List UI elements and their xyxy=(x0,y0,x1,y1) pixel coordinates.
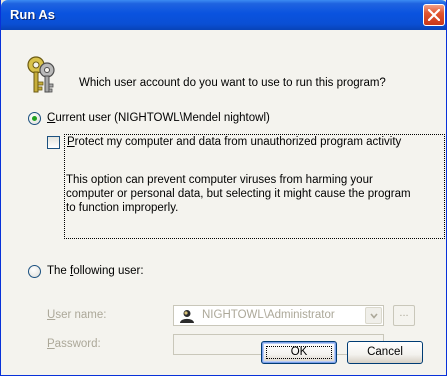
current-user-label-text: urrent user (NIGHTOWL\Mendel nightowl) xyxy=(55,112,270,124)
username-label-text: ser name: xyxy=(55,309,107,321)
current-user-radio[interactable] xyxy=(28,112,41,125)
protect-description-line: to function improperly. xyxy=(66,202,179,214)
protect-checkbox[interactable] xyxy=(47,136,60,149)
protect-accel: P xyxy=(67,136,75,148)
window-title: Run As xyxy=(10,7,56,22)
title-bar[interactable]: Run As xyxy=(1,0,446,30)
following-user-radio[interactable] xyxy=(28,265,41,278)
radio-selected-dot xyxy=(32,116,37,121)
following-user-label[interactable]: The following user: xyxy=(47,265,144,277)
username-label: User name: xyxy=(47,309,106,321)
prompt-question: Which user account do you want to use to… xyxy=(79,77,386,89)
protect-label[interactable]: Protect my computer and data from unauth… xyxy=(67,136,401,148)
password-label: Password: xyxy=(47,338,101,350)
close-icon xyxy=(428,9,440,21)
password-label-text: assword: xyxy=(54,338,101,350)
protect-label-text: rotect my computer and data from unautho… xyxy=(74,136,402,148)
cancel-button[interactable]: Cancel xyxy=(347,341,423,364)
protect-description-line: computer or personal data, but selecting… xyxy=(66,188,411,200)
current-user-label[interactable]: Current user (NIGHTOWL\Mendel nightowl) xyxy=(47,112,270,124)
close-button[interactable] xyxy=(423,4,445,26)
keys-icon xyxy=(27,56,55,93)
browse-users-button[interactable]: ... xyxy=(393,305,415,326)
username-combobox[interactable]: NIGHTOWL\Administrator xyxy=(173,305,384,326)
ok-button-focus xyxy=(266,346,332,359)
user-account-icon xyxy=(180,310,194,323)
following-user-label-before: The xyxy=(47,265,71,277)
chevron-down-icon xyxy=(370,313,378,319)
username-value: NIGHTOWL\Administrator xyxy=(202,309,335,321)
username-dropdown-button[interactable] xyxy=(365,307,382,324)
cancel-button-label: Cancel xyxy=(367,346,403,358)
protect-description-line: This option can prevent computer viruses… xyxy=(66,174,373,186)
ok-button[interactable]: OK xyxy=(261,341,337,364)
run-as-dialog: Run As Which user account do you want to… xyxy=(0,0,447,376)
password-accel: P xyxy=(47,338,55,350)
dialog-body: Which user account do you want to use to… xyxy=(1,30,446,375)
following-user-label-after: ollowing user: xyxy=(73,265,144,277)
protect-description: This option can prevent computer viruses… xyxy=(66,173,444,215)
